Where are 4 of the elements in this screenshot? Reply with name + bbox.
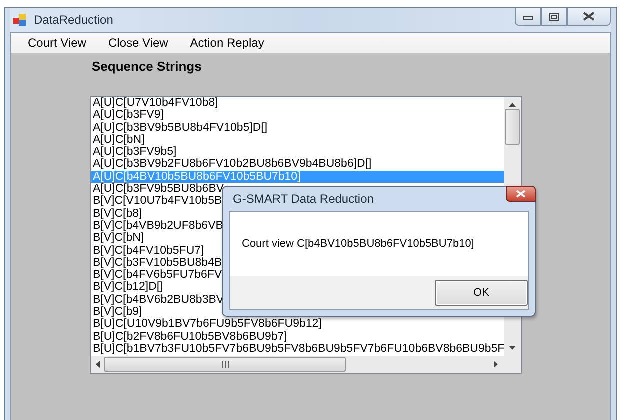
- section-heading: Sequence Strings: [92, 59, 203, 74]
- window-title: DataReduction: [34, 13, 114, 27]
- dialog-title: G-SMART Data Reduction: [232, 192, 374, 206]
- dialog-message: Court view C[b4BV10b5BU8b6FV10b5BU7b10]: [242, 238, 474, 250]
